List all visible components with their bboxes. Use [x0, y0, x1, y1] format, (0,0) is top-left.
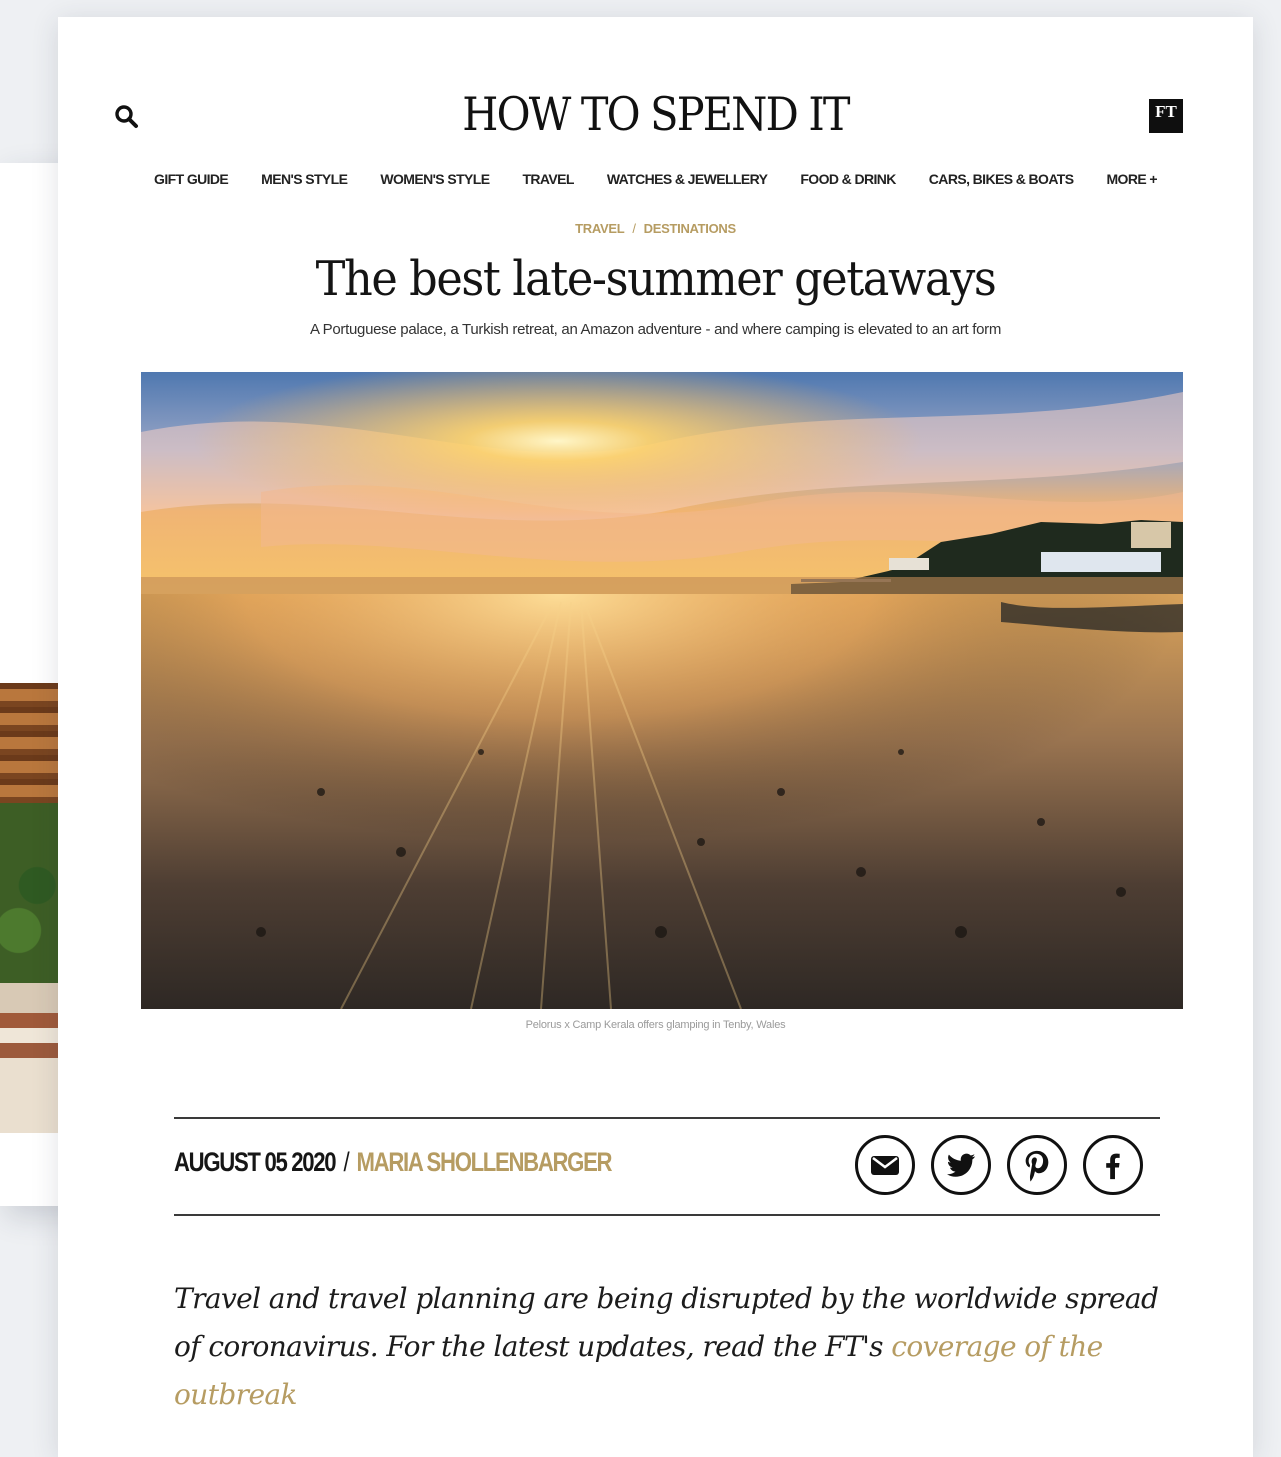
share-buttons [855, 1135, 1143, 1195]
nav-item-watches-jewellery[interactable]: WATCHES & JEWELLERY [607, 171, 768, 187]
nav-item-womens-style[interactable]: WOMEN'S STYLE [380, 171, 490, 187]
share-pinterest-button[interactable] [1007, 1135, 1067, 1195]
publish-date: AUGUST 05 2020 [174, 1147, 337, 1177]
byline-separator: / [343, 1147, 349, 1177]
byline-bottom-rule [174, 1214, 1160, 1216]
facebook-icon [1106, 1153, 1120, 1180]
nav-item-gift-guide[interactable]: GIFT GUIDE [154, 171, 229, 187]
background-article-photo [0, 683, 62, 1133]
nav-item-mens-style[interactable]: MEN'S STYLE [261, 171, 348, 187]
article-intro: Travel and travel planning are being dis… [174, 1275, 1174, 1419]
share-email-button[interactable] [855, 1135, 915, 1195]
breadcrumb-separator: / [632, 221, 636, 236]
share-facebook-button[interactable] [1083, 1135, 1143, 1195]
nav-item-food-drink[interactable]: FOOD & DRINK [800, 171, 896, 187]
breadcrumb-destinations[interactable]: DESTINATIONS [644, 221, 737, 236]
pinterest-icon [1025, 1150, 1049, 1182]
article-title: The best late-summer getaways [315, 251, 997, 307]
breadcrumb: TRAVEL / DESTINATIONS [58, 221, 1253, 236]
nav-item-cars-bikes-boats[interactable]: CARS, BIKES & BOATS [929, 171, 1074, 187]
main-navigation: GIFT GUIDE MEN'S STYLE WOMEN'S STYLE TRA… [58, 171, 1253, 187]
hero-caption: Pelorus x Camp Kerala offers glamping in… [525, 1019, 786, 1031]
twitter-icon [946, 1153, 976, 1177]
site-logo[interactable]: HOW TO SPEND IT [118, 87, 1194, 141]
share-twitter-button[interactable] [931, 1135, 991, 1195]
nav-item-more[interactable]: MORE + [1106, 171, 1157, 187]
article-page: HOW TO SPEND IT FT GIFT GUIDE MEN'S STYL… [58, 17, 1253, 1457]
ft-logo-button[interactable]: FT [1149, 99, 1183, 133]
article-standfirst: A Portuguese palace, a Turkish retreat, … [309, 321, 1002, 338]
byline-top-rule [174, 1117, 1160, 1119]
author-link[interactable]: MARIA SHOLLENBARGER [357, 1147, 613, 1177]
breadcrumb-travel[interactable]: TRAVEL [575, 221, 625, 236]
nav-item-travel[interactable]: TRAVEL [522, 171, 574, 187]
hero-image [141, 372, 1183, 1009]
email-icon [871, 1156, 899, 1175]
byline: AUGUST 05 2020/ MARIA SHOLLENBARGER [174, 1147, 613, 1178]
